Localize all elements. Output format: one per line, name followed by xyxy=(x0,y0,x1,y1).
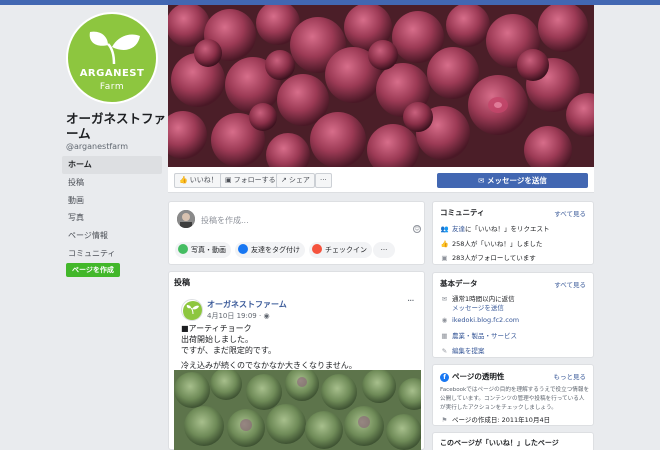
photo-video-label: 写真・動画 xyxy=(191,246,226,254)
globe-icon: ◉ xyxy=(263,312,270,320)
liked-pages-heading: このページが「いいね！」したページ xyxy=(440,439,559,447)
tag-people-icon xyxy=(238,244,248,254)
photo-icon xyxy=(178,244,188,254)
like-label: いいね！ xyxy=(189,176,218,184)
likes-count-text: 258人が「いいね！」しました xyxy=(452,240,543,248)
sprout-icon xyxy=(183,301,202,320)
nav-item-posts[interactable]: 投稿 xyxy=(62,174,162,192)
thumbs-up-icon: 👍 xyxy=(440,240,449,248)
composer-input[interactable]: 投稿を作成... xyxy=(201,215,249,226)
post-timestamp[interactable]: 4月10日 19:09 · ◉ xyxy=(207,311,270,321)
left-sidebar: ARGANEST Farm オーガネストファーム @arganestfarm ホ… xyxy=(62,5,166,450)
post-author-link[interactable]: オーガネストファーム xyxy=(207,299,287,310)
emoji-icon[interactable]: ☺ xyxy=(413,225,421,233)
flag-icon: ⚑ xyxy=(441,416,448,424)
follow-icon: ▣ xyxy=(441,254,448,262)
pencil-icon: ✎ xyxy=(441,347,448,355)
nav-item-videos[interactable]: 動画 xyxy=(62,192,162,210)
transparency-heading: f ページの透明性 xyxy=(440,371,504,382)
follow-icon: ▣ xyxy=(225,176,232,184)
nav-item-photos[interactable]: 写真 xyxy=(62,209,162,227)
logo-wordmark-top: ARGANEST xyxy=(79,68,145,79)
page-title: オーガネストファーム xyxy=(66,111,167,141)
transparency-title: ページの透明性 xyxy=(452,372,505,381)
website-row: ◉ ikedoki.blog.fc2.com xyxy=(440,316,519,324)
post-photo[interactable] xyxy=(174,370,421,450)
location-pin-icon xyxy=(312,244,322,254)
about-send-message-link[interactable]: メッセージを送信 xyxy=(452,302,504,312)
more-actions-button[interactable]: ··· xyxy=(315,173,332,188)
avatar xyxy=(177,210,195,228)
post-line: ですが、まだ限定的です。 xyxy=(181,346,277,355)
globe-icon: ◉ xyxy=(441,316,448,324)
category-row: ▦ 農業・製品・サービス xyxy=(440,330,517,340)
follow-label: フォローする xyxy=(233,176,276,184)
suggest-edits-link[interactable]: 編集を提案 xyxy=(452,347,485,355)
community-see-all-link[interactable]: すべて見る xyxy=(554,208,586,218)
invite-friends-icon: 👥 xyxy=(440,225,449,233)
messenger-icon: ✉ xyxy=(478,176,488,185)
likes-count-row: 👍 258人が「いいね！」しました xyxy=(440,238,542,248)
post-composer: 投稿を作成... ☺ 写真・動画 友達をタグ付け チェックイン ··· xyxy=(168,201,425,265)
community-heading: コミュニティ xyxy=(440,208,485,217)
post-line: ■アーティチョーク xyxy=(181,324,252,333)
nav-item-home[interactable]: ホーム xyxy=(62,156,162,174)
post-line: 出荷開始しました。 xyxy=(181,335,253,344)
follow-button[interactable]: ▣ フォローする xyxy=(220,173,281,188)
page-profile-logo[interactable]: ARGANEST Farm xyxy=(66,12,158,104)
follows-count-text: 283人がフォローしています xyxy=(452,254,536,262)
invite-friends-link[interactable]: 友達 xyxy=(452,225,465,233)
page-nav: ホーム 投稿 動画 写真 ページ情報 コミュニティ xyxy=(62,156,162,263)
page-transparency-card: f ページの透明性 もっと見る Facebookではページの目的を理解するうえで役… xyxy=(432,364,594,426)
logo-wordmark-bottom: Farm xyxy=(99,82,125,92)
transparency-see-more-link[interactable]: もっと見る xyxy=(554,371,587,381)
about-send-message-label: メッセージを送信 xyxy=(452,304,504,312)
facebook-icon: f xyxy=(440,372,449,382)
posts-heading: 投稿 xyxy=(174,278,190,287)
person-photo xyxy=(177,210,195,228)
post-body: ■アーティチョーク 出荷開始しました。 ですが、まだ限定的です。 冷え込みが続く… xyxy=(181,323,357,371)
tag-friends-button[interactable]: 友達をタグ付け xyxy=(235,242,305,258)
transparency-description: Facebookではページの目的を理解するうえで役立つ情報を公開しています。コン… xyxy=(440,387,590,411)
nav-item-page-info[interactable]: ページ情報 xyxy=(62,227,162,245)
composer-more-button[interactable]: ··· xyxy=(373,242,395,258)
nav-item-community[interactable]: コミュニティ xyxy=(62,245,162,263)
avatar[interactable] xyxy=(181,299,203,321)
invite-friends-row: 👥 友達に「いいね！」をリクエスト xyxy=(440,223,550,233)
send-message-button[interactable]: ✉ メッセージを送信 xyxy=(437,173,588,188)
page-created-row: ⚑ ページの作成日: 2011年10月4日 xyxy=(440,414,551,424)
check-in-label: チェックイン xyxy=(325,246,367,254)
photo-video-button[interactable]: 写真・動画 xyxy=(175,242,231,258)
website-link[interactable]: ikedoki.blog.fc2.com xyxy=(452,316,519,324)
tag-friends-label: 友達をタグ付け xyxy=(251,246,300,254)
liked-pages-card: このページが「いいね！」したページ xyxy=(432,432,594,450)
beets-photo xyxy=(168,5,594,167)
share-label: シェア xyxy=(288,176,310,184)
artichoke-photo xyxy=(174,370,421,450)
thumbs-up-icon: 👍 xyxy=(179,176,188,184)
invite-friends-text: に「いいね！」をリクエスト xyxy=(465,225,550,233)
category-icon: ▦ xyxy=(441,332,448,340)
like-page-button[interactable]: 👍 いいね！ xyxy=(174,173,223,188)
about-card: 基本データ すべて見る ✉ 通常1時間以内に返信 メッセージを送信 ◉ ikedok… xyxy=(432,272,594,358)
category-link[interactable]: 農業・製品・サービス xyxy=(452,332,517,340)
page-username[interactable]: @arganestfarm xyxy=(66,142,128,151)
post-date-text: 4月10日 19:09 · xyxy=(207,312,264,320)
create-page-button[interactable]: ページを作成 xyxy=(66,263,120,277)
about-see-all-link[interactable]: すべて見る xyxy=(554,279,586,289)
post-options-button[interactable]: ··· xyxy=(407,296,414,307)
page-created-text: ページの作成日: 2011年10月4日 xyxy=(452,416,551,424)
about-heading: 基本データ xyxy=(440,279,478,288)
posts-section: 投稿 オーガネストファーム 4月10日 19:09 · ◉ ··· ■アーティチ… xyxy=(168,271,425,450)
check-in-button[interactable]: チェックイン xyxy=(309,242,372,258)
share-button[interactable]: ↗ シェア xyxy=(276,173,315,188)
messenger-icon: ✉ xyxy=(441,295,448,303)
cover-photo[interactable] xyxy=(168,5,594,167)
community-card: コミュニティ すべて見る 👥 友達に「いいね！」をリクエスト 👍 258人が「いいね… xyxy=(432,201,594,265)
follows-count-row: ▣ 283人がフォローしています xyxy=(440,252,536,262)
send-message-label: メッセージを送信 xyxy=(487,176,547,185)
suggest-edits-row: ✎ 編集を提案 xyxy=(440,345,485,355)
share-icon: ↗ xyxy=(281,176,287,184)
